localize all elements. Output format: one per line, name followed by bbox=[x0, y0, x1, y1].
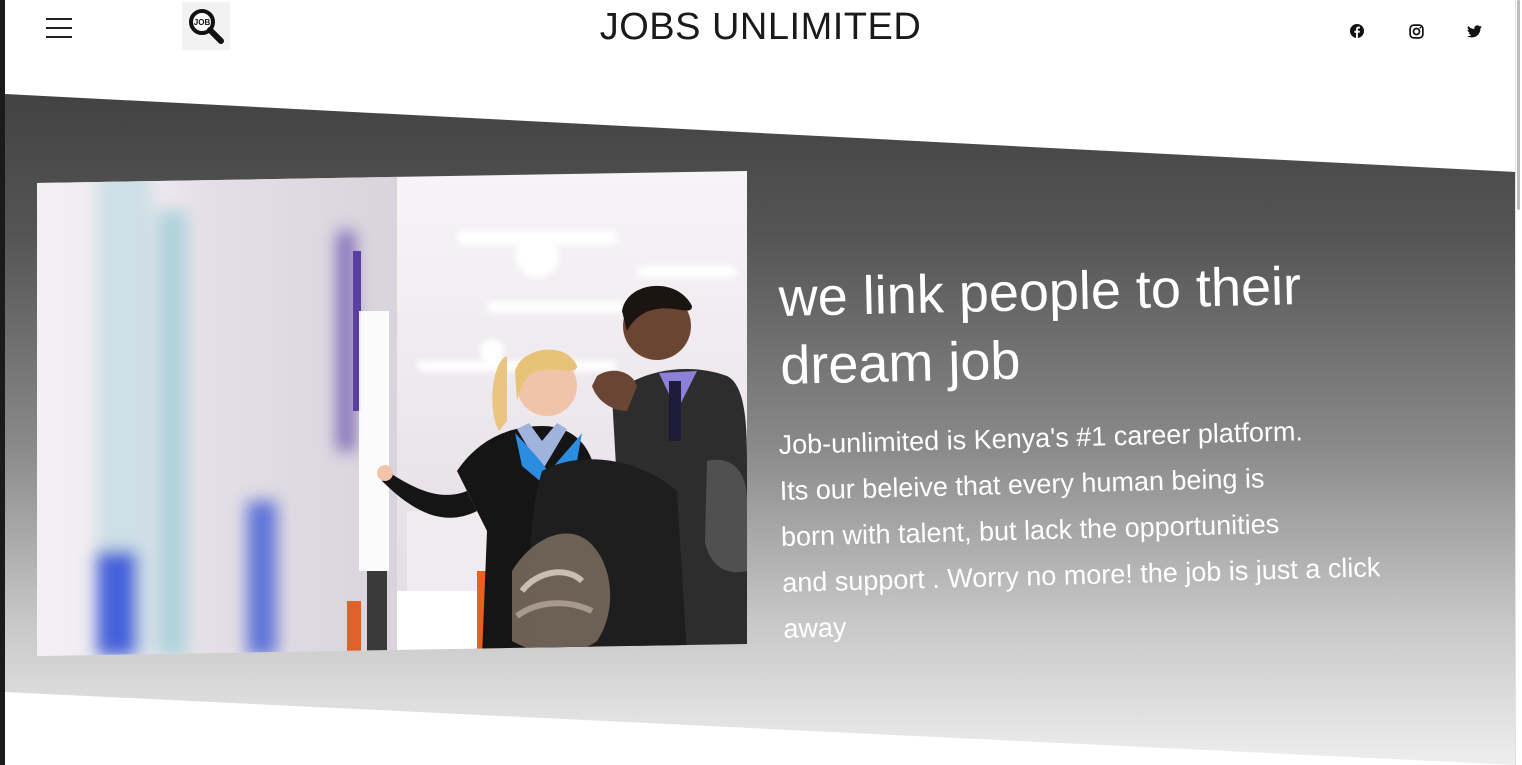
page-scrollbar[interactable] bbox=[1515, 0, 1522, 765]
scrollbar-thumb[interactable] bbox=[1517, 0, 1520, 210]
hero-photo bbox=[37, 171, 747, 656]
site-header: JOB JOBS UNLIMITED bbox=[5, 0, 1516, 62]
instagram-icon[interactable] bbox=[1407, 22, 1425, 40]
hero-headline: we link people to their dream job bbox=[778, 256, 1302, 396]
hero-description: Job-unlimited is Kenya's #1 career platf… bbox=[778, 404, 1484, 652]
facebook-icon[interactable] bbox=[1348, 22, 1366, 40]
twitter-icon[interactable] bbox=[1465, 22, 1483, 40]
site-title: JOBS UNLIMITED bbox=[599, 6, 922, 48]
career-fair-photo bbox=[37, 171, 747, 656]
window-left-edge bbox=[0, 0, 5, 765]
